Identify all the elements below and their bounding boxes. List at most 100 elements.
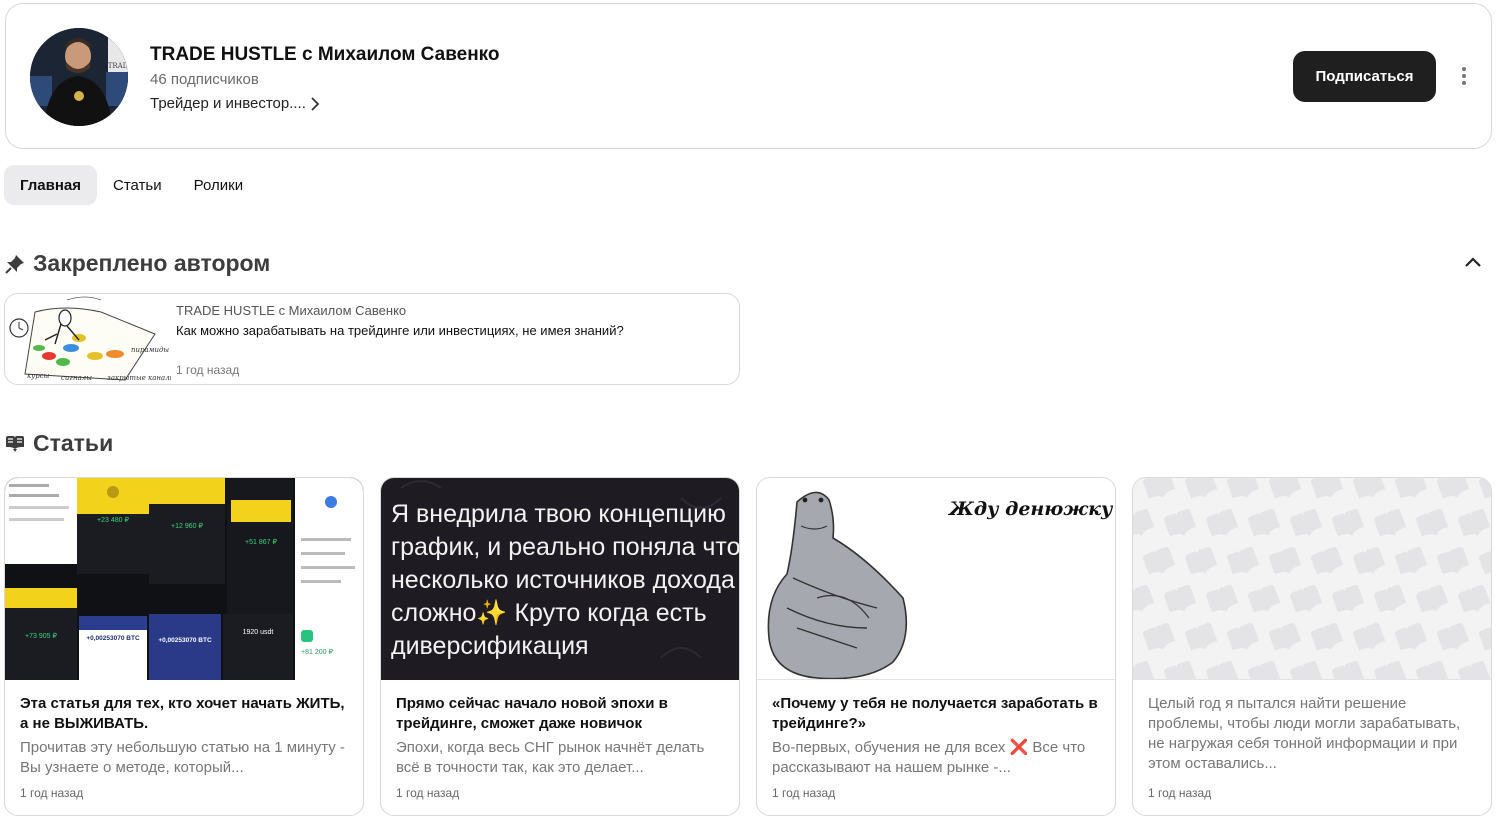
book-pattern-icon <box>1164 585 1197 613</box>
article-title[interactable]: Эта статья для тех, кто хочет начать ЖИТ… <box>20 694 350 734</box>
book-pattern-icon <box>1311 623 1344 651</box>
book-pattern-icon <box>1290 661 1323 679</box>
tab-articles[interactable]: Статьи <box>97 165 178 205</box>
book-pattern-icon <box>1269 547 1302 575</box>
book-pattern-icon <box>1332 585 1365 613</box>
book-pattern-icon <box>1437 547 1470 575</box>
pinned-heading-label: Закреплено автором <box>33 250 271 276</box>
pinned-title[interactable]: Как можно зарабатывать на трейдинге или … <box>176 323 624 338</box>
book-pattern-icon <box>1143 547 1176 575</box>
article-image-placeholder <box>1133 478 1491 680</box>
book-pattern-icon <box>1416 509 1449 537</box>
channel-avatar[interactable]: TRAD <box>30 28 128 126</box>
article-time: 1 год назад <box>396 786 460 800</box>
article-card[interactable]: Целый год я пытался найти решение пробле… <box>1132 477 1492 816</box>
article-card[interactable]: +23 480 ₽ +12 960 ₽ +51 867 ₽ +81 200 ₽ … <box>4 477 364 816</box>
article-card[interactable]: Я внедрила твою концепцию график, и реал… <box>380 477 740 816</box>
channel-title: TRADE HUSTLE с Михаилом Савенко <box>150 44 500 65</box>
book-pattern-icon <box>1437 623 1470 651</box>
article-time: 1 год назад <box>772 786 836 800</box>
pinned-article-image: курсы сигналы закрытые каналы пирамиды <box>5 294 171 384</box>
tab-videos[interactable]: Ролики <box>178 165 259 205</box>
book-pattern-icon <box>1269 623 1302 651</box>
articles-heading-label: Статьи <box>33 430 114 456</box>
article-snippet[interactable]: Целый год я пытался найти решение пробле… <box>1148 694 1478 774</box>
book-pattern-icon <box>1290 585 1323 613</box>
book-pattern-icon <box>1290 509 1323 537</box>
pin-icon <box>5 254 24 274</box>
article-time: 1 год назад <box>20 786 84 800</box>
pinned-section-heading: Закреплено автором <box>5 250 270 277</box>
subscribe-button[interactable]: Подписаться <box>1293 51 1436 102</box>
book-pattern-icon <box>1185 478 1218 499</box>
article-title[interactable]: «Почему у тебя не получается заработать … <box>772 694 1102 734</box>
book-pattern-icon <box>1248 585 1281 613</box>
image-word-pyramids: пирамиды <box>131 346 169 354</box>
book-pattern-icon <box>1353 478 1386 499</box>
articles-icon <box>6 435 24 452</box>
amount-8: +81 200 ₽ <box>301 648 333 656</box>
amount-1: +23 480 ₽ <box>97 516 129 524</box>
book-pattern-icon <box>1395 547 1428 575</box>
book-pattern-icon <box>1133 661 1155 679</box>
book-pattern-icon <box>1227 547 1260 575</box>
pinned-article-card[interactable]: курсы сигналы закрытые каналы пирамиды T… <box>4 293 740 385</box>
book-pattern-icon <box>1133 585 1155 613</box>
placeholder-pattern <box>1133 478 1491 679</box>
book-pattern-icon <box>1248 661 1281 679</box>
image-quote-text: Я внедрила твою концепцию график, и реал… <box>391 498 739 663</box>
quote-line: несколько источников дохода <box>391 566 735 594</box>
article-snippet: Эпохи, когда весь СНГ рынок начнёт делат… <box>396 739 705 776</box>
book-pattern-icon <box>1164 509 1197 537</box>
book-pattern-icon <box>1416 585 1449 613</box>
image-word-closed-channels: закрытые каналы <box>107 374 171 382</box>
avatar-photo: TRAD <box>30 28 128 126</box>
book-pattern-icon <box>1374 585 1407 613</box>
book-pattern-icon <box>1206 585 1239 613</box>
book-pattern-icon <box>1227 478 1260 499</box>
chevron-right-icon <box>311 96 320 111</box>
article-title[interactable]: Прямо сейчас начало новой эпохи в трейди… <box>396 694 726 734</box>
book-pattern-icon <box>1185 623 1218 651</box>
channel-tabs: Главная Статьи Ролики <box>4 165 259 205</box>
more-options-icon[interactable] <box>1456 64 1472 88</box>
tab-main[interactable]: Главная <box>4 165 98 205</box>
channel-description-link[interactable]: Трейдер и инвестор.... <box>150 95 320 112</box>
book-pattern-icon <box>1185 547 1218 575</box>
book-pattern-icon <box>1458 585 1491 613</box>
article-time: 1 год назад <box>1148 786 1212 800</box>
chevron-up-icon[interactable] <box>1463 254 1483 270</box>
quote-line: сложно✨ Круто когда есть <box>391 599 707 627</box>
book-pattern-icon <box>1395 478 1428 499</box>
article-snippet: Во-первых, обучения не для всех ❌ Все чт… <box>772 739 1086 776</box>
amount-7: 1920 usdt <box>243 629 274 636</box>
amount-6: +0,00253070 BTC <box>158 637 212 644</box>
book-pattern-icon <box>1479 478 1491 499</box>
book-pattern-icon <box>1353 623 1386 651</box>
book-pattern-icon <box>1311 478 1344 499</box>
book-pattern-icon <box>1458 661 1491 679</box>
amount-2: +12 960 ₽ <box>171 522 203 530</box>
image-word-courses: курсы <box>27 372 50 380</box>
article-card[interactable]: Жду денюжку «Почему у тебя не получается… <box>756 477 1116 816</box>
book-pattern-icon <box>1374 661 1407 679</box>
book-pattern-icon <box>1206 661 1239 679</box>
pinned-time: 1 год назад <box>176 363 240 377</box>
book-pattern-icon <box>1479 547 1491 575</box>
book-pattern-icon <box>1374 509 1407 537</box>
book-pattern-icon <box>1416 661 1449 679</box>
article-image-screenshots: +23 480 ₽ +12 960 ₽ +51 867 ₽ +81 200 ₽ … <box>5 478 363 680</box>
book-pattern-icon <box>1269 478 1302 499</box>
quote-line: график, и реально поняла что <box>391 533 739 561</box>
book-pattern-icon <box>1143 623 1176 651</box>
article-image-quote: Я внедрила твою концепцию график, и реал… <box>381 478 739 680</box>
book-pattern-icon <box>1143 478 1176 499</box>
book-pattern-icon <box>1332 509 1365 537</box>
channel-description: Трейдер и инвестор.... <box>150 95 306 112</box>
book-pattern-icon <box>1395 623 1428 651</box>
book-pattern-icon <box>1311 547 1344 575</box>
book-pattern-icon <box>1133 509 1155 537</box>
book-pattern-icon <box>1227 623 1260 651</box>
channel-header: TRAD TRADE HUSTLE с Михаилом Савенко 46 … <box>5 3 1492 149</box>
book-pattern-icon <box>1479 623 1491 651</box>
